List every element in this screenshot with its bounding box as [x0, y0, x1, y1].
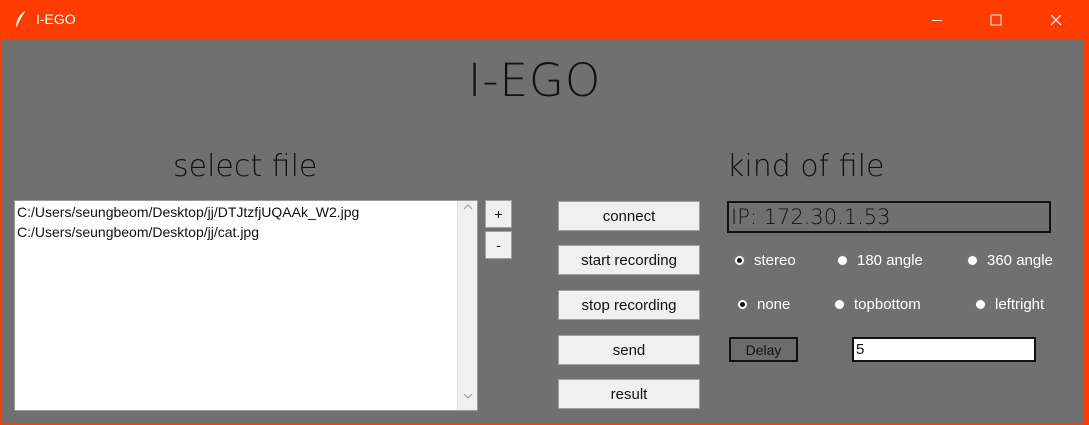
minimize-icon [932, 19, 942, 21]
radio-label: 360 angle [987, 252, 1053, 269]
radio-unselected-icon [967, 255, 978, 266]
chevron-up-icon[interactable] [458, 203, 477, 219]
chevron-down-icon[interactable] [458, 392, 477, 408]
vertical-scrollbar[interactable] [457, 201, 477, 410]
title-bar[interactable]: I-EGO [0, 0, 1089, 39]
maximize-button[interactable] [973, 0, 1019, 39]
radio-unselected-icon [837, 255, 848, 266]
remove-file-button[interactable]: - [485, 231, 512, 259]
radio-360-angle[interactable]: 360 angle [967, 252, 1053, 269]
close-icon [1050, 14, 1062, 25]
radio-selected-icon [734, 255, 745, 266]
app-window: I-EGO I-EGO select file kind of file C:/… [0, 0, 1089, 425]
radio-label: none [757, 296, 791, 313]
close-button[interactable] [1033, 0, 1079, 39]
stop-recording-button[interactable]: stop recording [558, 290, 700, 320]
feather-icon [14, 10, 28, 28]
ip-address-display: IP: 172.30.1.53 [727, 201, 1051, 233]
radio-unselected-icon [834, 299, 845, 310]
send-button[interactable]: send [558, 335, 700, 365]
main-panel: I-EGO select file kind of file C:/Users/… [1, 39, 1084, 423]
delay-label: Delay [729, 337, 798, 362]
connect-button[interactable]: connect [558, 201, 700, 231]
radio-leftright[interactable]: leftright [975, 296, 1044, 313]
select-file-heading: select file [173, 149, 318, 184]
app-title: I-EGO [468, 54, 602, 107]
maximize-icon [990, 14, 1002, 25]
add-file-button[interactable]: + [485, 200, 512, 228]
radio-unselected-icon [975, 299, 986, 310]
file-listbox[interactable]: C:/Users/seungbeom/Desktop/jj/DTJtzfjUQA… [14, 200, 478, 411]
radio-selected-icon [737, 299, 748, 310]
minimize-button[interactable] [914, 0, 960, 39]
radio-label: topbottom [854, 296, 921, 313]
radio-180-angle[interactable]: 180 angle [837, 252, 923, 269]
radio-topbottom[interactable]: topbottom [834, 296, 921, 313]
radio-label: leftright [995, 296, 1045, 313]
radio-stereo[interactable]: stereo [734, 252, 796, 269]
list-item[interactable]: C:/Users/seungbeom/Desktop/jj/cat.jpg [17, 224, 259, 240]
radio-label: stereo [754, 252, 796, 269]
radio-none[interactable]: none [737, 296, 790, 313]
result-button[interactable]: result [558, 379, 700, 409]
delay-input[interactable] [852, 337, 1036, 362]
radio-label: 180 angle [857, 252, 923, 269]
start-recording-button[interactable]: start recording [558, 245, 700, 275]
kind-of-file-heading: kind of file [727, 149, 885, 184]
window-title: I-EGO [36, 11, 76, 27]
list-item[interactable]: C:/Users/seungbeom/Desktop/jj/DTJtzfjUQA… [17, 204, 359, 220]
